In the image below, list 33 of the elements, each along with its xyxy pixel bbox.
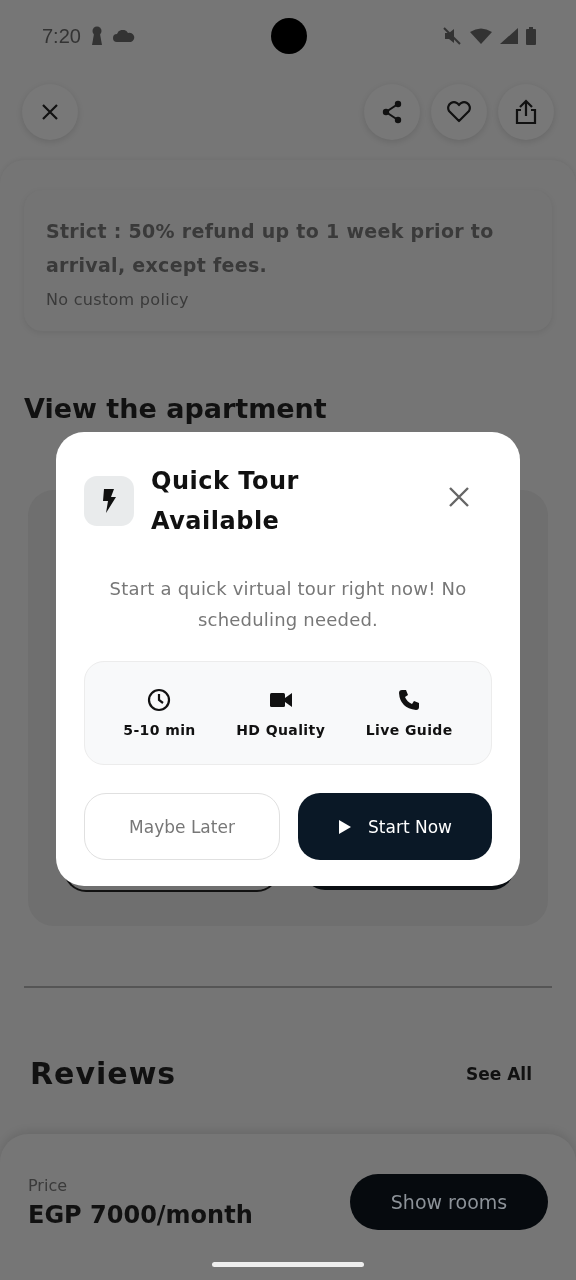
- clock-icon: [147, 688, 172, 712]
- policy-text: Strict : 50% refund up to 1 week prior to arrival, except fees.: [46, 219, 495, 278]
- show-rooms-button[interactable]: Show rooms: [350, 1174, 548, 1230]
- camera-cutout: [271, 18, 307, 54]
- feature-label: 5-10 min: [123, 722, 196, 738]
- price-label: Price: [28, 1175, 69, 1195]
- wifi-icon: [470, 28, 492, 44]
- keyhole-icon: [90, 26, 103, 46]
- feature-label: Live Guide: [365, 722, 453, 738]
- dialog-title: Quick Tour Available: [151, 466, 300, 537]
- play-icon: [338, 818, 352, 835]
- reviews-title: Reviews: [30, 1056, 177, 1091]
- battery-icon: [526, 27, 536, 45]
- see-all-link[interactable]: See All: [465, 1063, 532, 1084]
- status-time: 7:20: [42, 24, 81, 48]
- start-now-button[interactable]: Start Now: [298, 793, 492, 860]
- close-button[interactable]: [448, 486, 470, 508]
- signal-icon: [500, 28, 518, 44]
- mute-icon: [442, 27, 462, 45]
- lightning-icon: [101, 489, 117, 513]
- section-title: View the apartment: [24, 393, 328, 426]
- upload-icon: [515, 99, 537, 125]
- feature-label: HD Quality: [236, 722, 326, 738]
- share-icon: [380, 100, 404, 124]
- policy-note: No custom policy: [46, 290, 190, 309]
- dialog-message: Start a quick virtual tour right now! No scheduling needed.: [108, 577, 468, 632]
- price-amount: EGP 7000/month: [28, 1200, 253, 1229]
- heart-icon: [446, 101, 472, 123]
- close-icon: [41, 103, 59, 121]
- close-icon: [448, 486, 470, 508]
- phone-icon: [397, 688, 422, 712]
- cloud-icon: [112, 30, 135, 42]
- maybe-later-button[interactable]: Maybe Later: [84, 793, 280, 860]
